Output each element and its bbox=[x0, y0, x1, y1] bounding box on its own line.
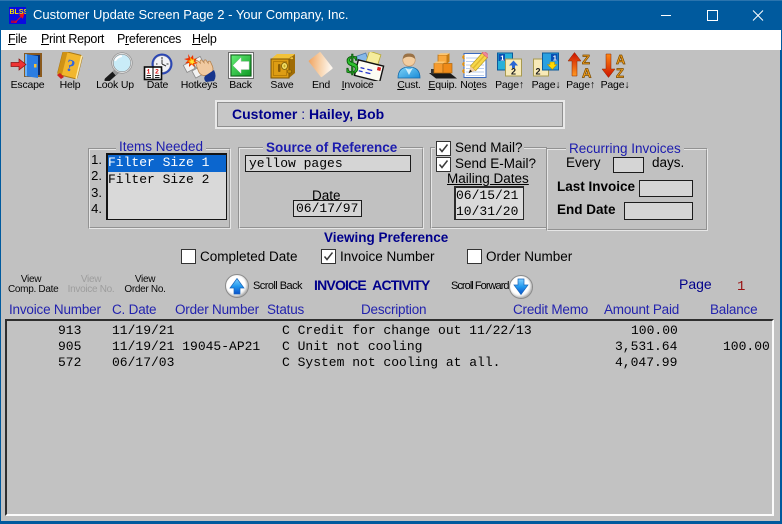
svg-text:1: 1 bbox=[500, 53, 504, 62]
svg-text:A: A bbox=[582, 66, 592, 79]
svg-text:Z: Z bbox=[616, 66, 624, 79]
svg-text:2: 2 bbox=[511, 67, 516, 77]
svg-text:2: 2 bbox=[155, 69, 159, 76]
svg-text:1: 1 bbox=[553, 53, 557, 62]
svg-text:$: $ bbox=[346, 52, 359, 79]
svg-text:1: 1 bbox=[146, 69, 150, 76]
svg-text:2: 2 bbox=[536, 67, 541, 77]
